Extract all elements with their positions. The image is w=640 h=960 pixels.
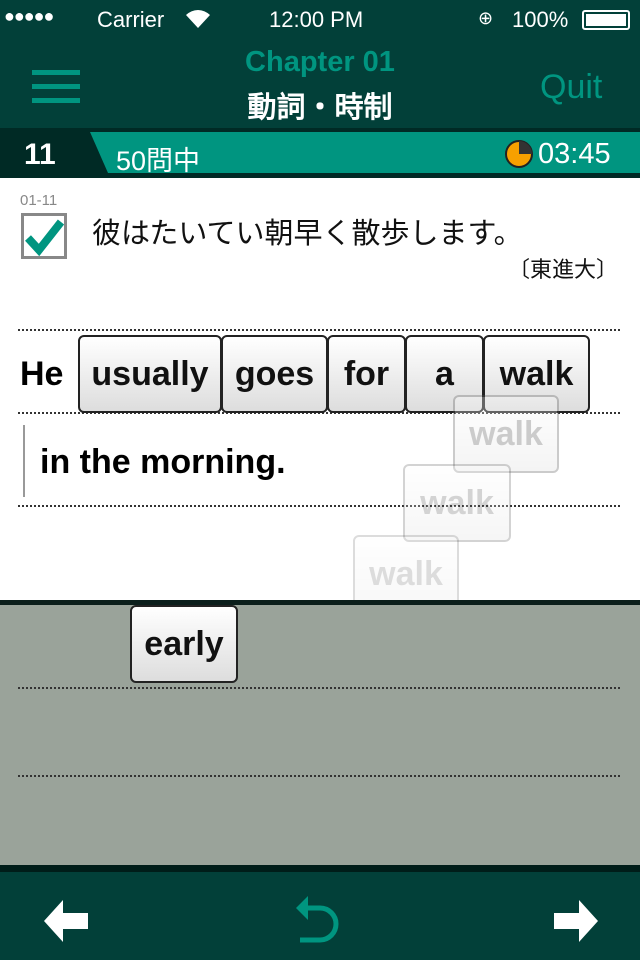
undo-icon[interactable] bbox=[296, 890, 346, 944]
timer: 03:45 bbox=[538, 138, 611, 170]
tray-tile[interactable]: early bbox=[130, 605, 238, 683]
drag-ghost-tile: walk bbox=[453, 395, 559, 473]
answer-tile[interactable]: for bbox=[327, 335, 406, 413]
drag-ghost-tile: walk bbox=[403, 464, 511, 542]
sentence-lead: He bbox=[20, 355, 64, 393]
bottom-toolbar bbox=[0, 865, 640, 960]
answer-tile[interactable]: goes bbox=[221, 335, 328, 413]
carrier: Carrier bbox=[97, 7, 165, 32]
wifi-icon bbox=[184, 6, 212, 36]
clock: 12:00 PM bbox=[269, 7, 364, 32]
checkmark-icon bbox=[25, 219, 65, 257]
review-checkbox[interactable] bbox=[21, 213, 67, 259]
sentence-tail: in the morning. bbox=[40, 443, 286, 481]
status-bar: ●●●●● Carrier 12:00 PM ⊕ 100% bbox=[0, 0, 640, 40]
progress-bar: 11 50問中 03:45 bbox=[0, 128, 640, 178]
question-total: 50問中 bbox=[116, 146, 201, 176]
answer-tile[interactable]: usually bbox=[78, 335, 222, 413]
question-source: 〔東進大〕 bbox=[508, 257, 619, 282]
forward-arrow-icon[interactable] bbox=[552, 898, 598, 944]
question-id: 01-11 bbox=[20, 192, 58, 209]
battery-percent: 100% bbox=[512, 7, 569, 32]
quit-button[interactable]: Quit bbox=[540, 68, 602, 107]
question-prompt: 彼はたいてい朝早く散歩します。 bbox=[92, 218, 523, 250]
rotation-lock-icon: ⊕ bbox=[478, 8, 494, 28]
back-arrow-icon[interactable] bbox=[44, 898, 90, 944]
word-tray: early bbox=[0, 600, 640, 865]
question-number: 11 bbox=[24, 138, 56, 171]
insertion-cursor bbox=[23, 425, 25, 497]
timer-icon bbox=[505, 140, 533, 168]
signal-icon: ●●●●● bbox=[4, 6, 54, 26]
battery-icon bbox=[582, 10, 630, 30]
nav-header: Chapter 01 動詞・時制 Quit bbox=[0, 40, 640, 128]
